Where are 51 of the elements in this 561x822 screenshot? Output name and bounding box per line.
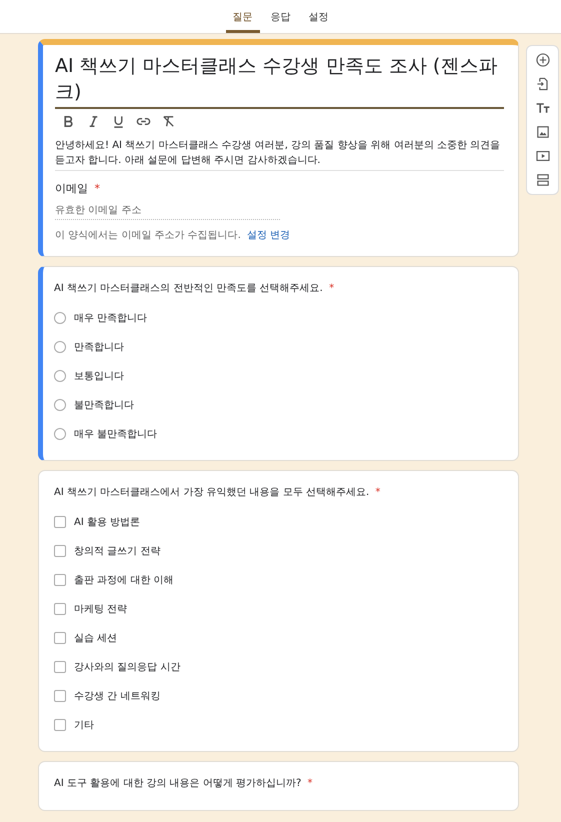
email-collection-note: 이 양식에서는 이메일 주소가 수집됩니다.	[55, 229, 241, 242]
option-label: 불만족합니다	[74, 398, 134, 412]
option-label: 보통입니다	[74, 370, 124, 382]
question-text: AI 도구 활용에 대한 강의 내용은 어떻게 평가하십니까?	[54, 778, 302, 789]
option-label: 출판 과정에 대한 이해	[74, 574, 174, 586]
radio-button[interactable]	[54, 398, 66, 410]
option-label: 마케팅 전략	[74, 602, 128, 616]
option-label: 기타	[74, 718, 94, 732]
checkbox[interactable]	[54, 660, 66, 672]
option-label: 강사와의 질의응답 시간	[74, 660, 180, 674]
required-asterisk: *	[308, 778, 313, 789]
text-size-icon[interactable]	[534, 100, 550, 116]
required-asterisk: *	[375, 487, 380, 498]
required-asterisk: *	[94, 182, 100, 195]
tab[interactable]: 질문	[226, 0, 260, 33]
section-icon[interactable]	[534, 172, 550, 188]
checkbox[interactable]	[54, 516, 66, 528]
tab[interactable]: 설정	[302, 0, 336, 33]
clear-format-icon[interactable]	[161, 114, 176, 129]
required-asterisk: *	[329, 283, 334, 294]
question-card[interactable]: AI 책쓰기 마스터클래스의 전반적인 만족도를 선택해주세요. * 매우 만족합니다 만족합니다 보통입니다 불만족합니다 매우 불만족합니다	[38, 266, 519, 461]
form-title[interactable]: AI 책쓰기 마스터클래스 수강생 만족도 조사 (젠스파크)	[55, 53, 504, 105]
change-settings-link[interactable]: 설정 변경	[246, 228, 290, 242]
form-description[interactable]: 안녕하세요! AI 책쓰기 마스터클래스 수강생 여러분, 강의 품질 향상을 위해 여러분의 소중한 의견을 듣고자 합니다. 아래 설문에 답변해 주시면 감사하겠습니다.	[55, 138, 504, 171]
radio-button[interactable]	[54, 312, 66, 324]
checkbox[interactable]	[54, 574, 66, 586]
radio-button[interactable]	[54, 340, 66, 352]
question-card[interactable]: AI 도구 활용에 대한 강의 내용은 어떻게 평가하십니까? *	[38, 761, 519, 811]
image-icon[interactable]	[534, 124, 550, 140]
radio-button[interactable]	[54, 428, 66, 440]
option-label: 창의적 글쓰기 전략	[74, 544, 160, 558]
question-text: AI 책쓰기 마스터클래스에서 가장 유익했던 내용을 모두 선택해주세요.	[54, 487, 370, 498]
checkbox[interactable]	[54, 690, 66, 702]
radio-button[interactable]	[54, 370, 66, 382]
question-text: AI 책쓰기 마스터클래스의 전반적인 만족도를 선택해주세요.	[54, 283, 323, 294]
checkbox[interactable]	[54, 602, 66, 614]
option-label: 실습 세션	[74, 632, 118, 644]
import-icon[interactable]	[534, 76, 550, 92]
option-label: 매우 만족합니다	[74, 312, 148, 324]
email-label: 이메일	[55, 182, 88, 195]
option-label: 만족합니다	[74, 340, 124, 354]
checkbox[interactable]	[54, 544, 66, 556]
question-card[interactable]: AI 책쓰기 마스터클래스에서 가장 유익했던 내용을 모두 선택해주세요. * AI 활용 방법론 창의적 글쓰기 전략 출판 과정에 대한 이해 마케팅 전략 실습 세션 강사와의 질의응답 시간 수강생 간 네트워킹 기타	[38, 470, 519, 752]
option-label: 수강생 간 네트워킹	[74, 690, 160, 702]
option-label: 매우 불만족합니다	[74, 428, 158, 440]
option-label: AI 활용 방법론	[74, 516, 140, 528]
add-icon[interactable]	[534, 52, 550, 68]
checkbox[interactable]	[54, 718, 66, 730]
checkbox[interactable]	[54, 632, 66, 644]
video-icon[interactable]	[534, 148, 550, 164]
tab[interactable]: 응답	[264, 0, 298, 33]
